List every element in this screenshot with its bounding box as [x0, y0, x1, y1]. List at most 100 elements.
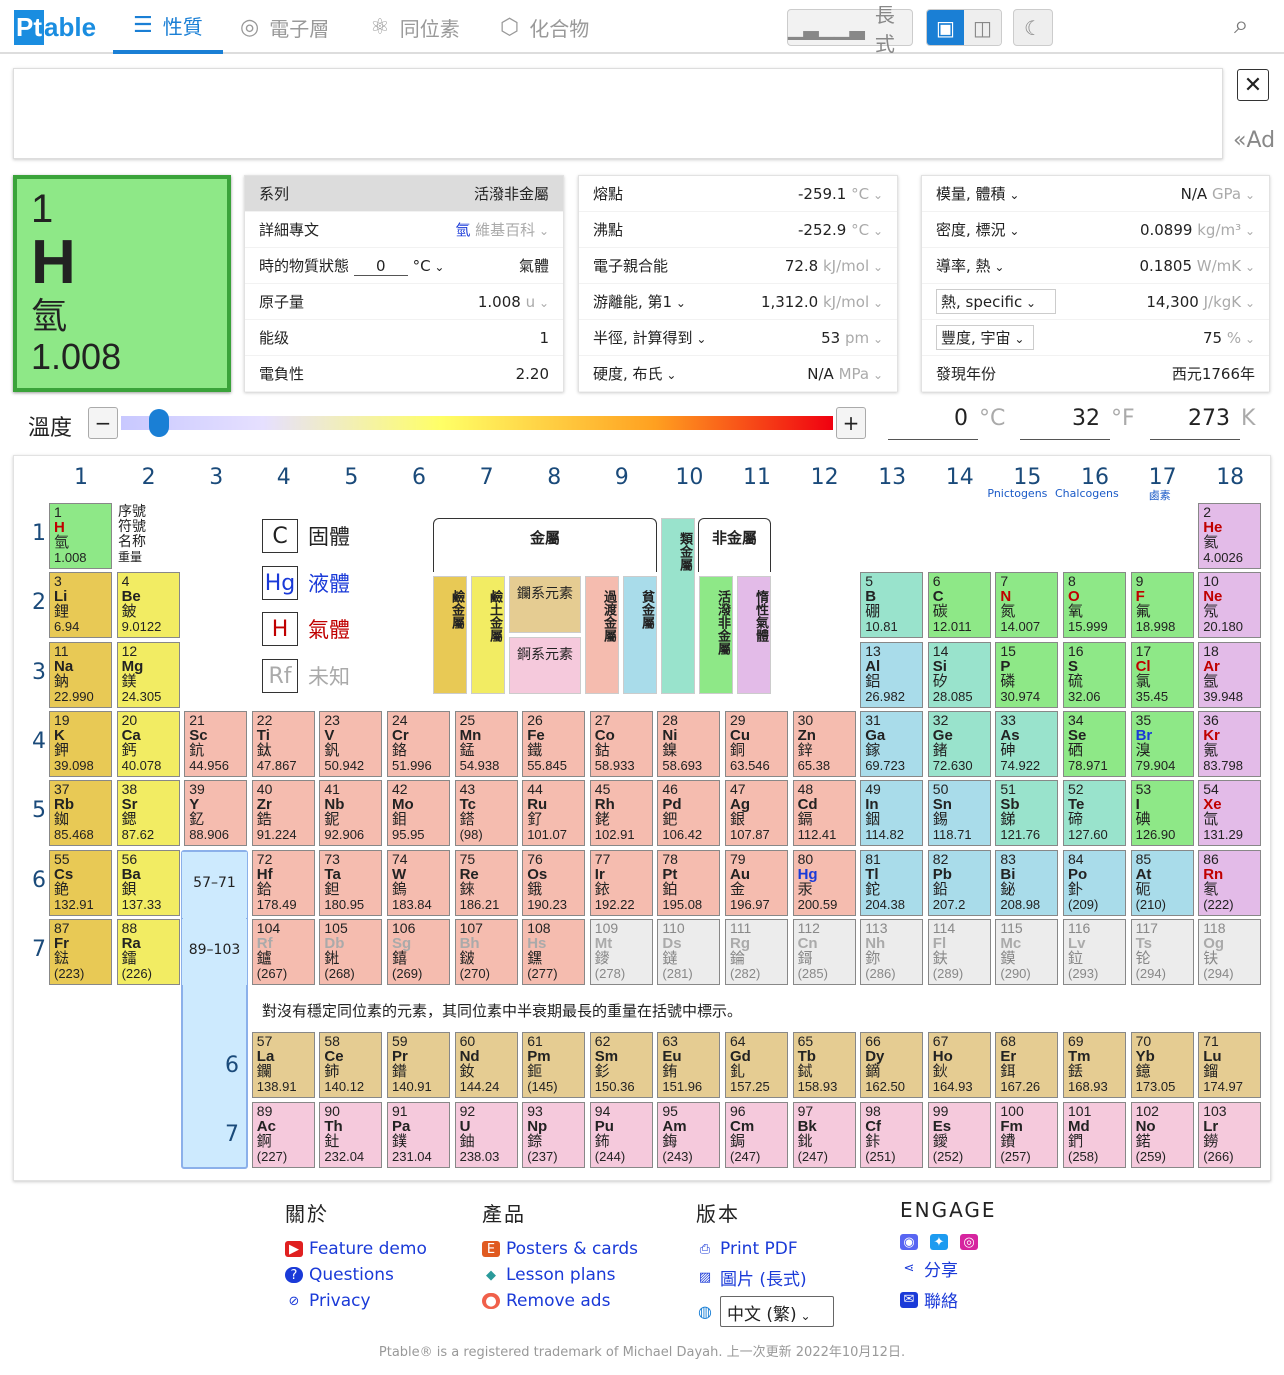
unit-select[interactable]: kJ/mol [823, 293, 883, 311]
remove-ads-link[interactable]: ● Remove ads [482, 1291, 638, 1311]
unit-select[interactable]: pm [845, 329, 883, 347]
element-cell-pd[interactable]: 46 Pd 鈀 106.42 [657, 780, 721, 847]
element-cell-mg[interactable]: 12 Mg 鎂 24.305 [116, 641, 180, 708]
element-cell-b[interactable]: 5 B 硼 10.81 [860, 572, 924, 639]
element-cell-ts[interactable]: 117 Ts 𬬭 (294) [1130, 918, 1194, 985]
element-cell-n[interactable]: 7 N 氮 14.007 [995, 572, 1059, 639]
questions-link[interactable]: ? Questions [285, 1265, 427, 1285]
element-cell-eu[interactable]: 63 Eu 銪 151.96 [657, 1032, 721, 1098]
element-cell-tc[interactable]: 43 Tc 鎝 (98) [454, 780, 518, 847]
element-cell-lv[interactable]: 116 Lv 鉝 (293) [1063, 918, 1126, 985]
element-cell-se[interactable]: 34 Se 硒 78.971 [1063, 710, 1126, 777]
dark-mode-icon[interactable]: ☾ [1013, 9, 1053, 46]
share-link[interactable]: ⋖ 分享 [900, 1256, 997, 1281]
ptable-logo[interactable]: Pt able [14, 10, 100, 45]
element-cell-bh[interactable]: 107 Bh 𨨏 (270) [454, 918, 518, 985]
element-cell-fm[interactable]: 100 Fm 鐨 (257) [995, 1101, 1059, 1168]
element-cell-cd[interactable]: 48 Cd 鎘 112.41 [792, 780, 856, 847]
element-cell-tm[interactable]: 69 Tm 銩 168.93 [1063, 1032, 1126, 1098]
element-cell-md[interactable]: 101 Md 鍆 (258) [1063, 1101, 1126, 1168]
period-header-1[interactable]: 1 [29, 521, 49, 546]
element-cell-p[interactable]: 15 P 磷 30.974 [995, 641, 1059, 708]
tab-electrons[interactable]: ◎ 電子層 [240, 0, 329, 54]
group-header-6[interactable]: 6 [386, 465, 452, 490]
element-cell-ag[interactable]: 47 Ag 銀 107.87 [725, 780, 788, 847]
element-cell-pm[interactable]: 61 Pm 鉕 (145) [522, 1032, 586, 1098]
element-cell-es[interactable]: 99 Es 鑀 (252) [927, 1101, 991, 1168]
element-cell-po[interactable]: 84 Po 釙 (209) [1063, 849, 1126, 916]
element-cell-na[interactable]: 11 Na 鈉 22.990 [49, 641, 112, 708]
element-cell-w[interactable]: 74 W 鎢 183.84 [387, 849, 450, 916]
instagram-icon[interactable]: ◎ [960, 1234, 978, 1250]
category-lanthanides[interactable]: 鑭系元素 [509, 576, 581, 633]
element-cell-mn[interactable]: 25 Mn 錳 54.938 [454, 710, 518, 777]
element-cell-nd[interactable]: 60 Nd 釹 144.24 [454, 1032, 518, 1098]
element-cell-fr[interactable]: 87 Fr 鍅 (223) [49, 918, 112, 985]
element-cell-mt[interactable]: 109 Mt 䥑 (278) [589, 918, 653, 985]
element-cell-ca[interactable]: 20 Ca 鈣 40.078 [116, 710, 180, 777]
element-cell-sc[interactable]: 21 Sc 鈧 44.956 [184, 710, 248, 777]
element-cell-fl[interactable]: 114 Fl 鈇 (289) [927, 918, 991, 985]
element-cell-cu[interactable]: 29 Cu 銅 63.546 [725, 710, 788, 777]
group-header-2[interactable]: 2 [116, 465, 182, 490]
element-cell-cs[interactable]: 55 Cs 銫 132.91 [49, 849, 112, 916]
element-cell-cf[interactable]: 98 Cf 鉲 (251) [860, 1101, 924, 1168]
sidebar-layout-icon[interactable]: ◫ [964, 10, 1001, 45]
conductivity-select[interactable]: 導率, 熱 [936, 255, 1004, 276]
group-header-10[interactable]: 10 [656, 465, 722, 490]
element-cell-bi[interactable]: 83 Bi 鉍 208.98 [995, 849, 1059, 916]
element-cell-tl[interactable]: 81 Tl 鉈 204.38 [860, 849, 924, 916]
element-cell-ra[interactable]: 88 Ra 鐳 (226) [116, 918, 180, 985]
unit-select[interactable]: °C [851, 185, 883, 203]
element-cell-ga[interactable]: 31 Ga 鎵 69.723 [860, 710, 924, 777]
element-cell-he[interactable]: 2 He 氦 4.0026 [1198, 503, 1262, 569]
element-cell-rg[interactable]: 111 Rg 錀 (282) [725, 918, 788, 985]
element-cell-lr[interactable]: 103 Lr 鐒 (266) [1198, 1101, 1262, 1168]
hardness-select[interactable]: 硬度, 布氏 [593, 363, 676, 384]
element-cell-i[interactable]: 53 I 碘 126.90 [1130, 780, 1194, 847]
element-cell-cl[interactable]: 17 Cl 氯 35.45 [1130, 641, 1194, 708]
unit-select[interactable]: °C [851, 221, 883, 239]
group-header-4[interactable]: 4 [251, 465, 317, 490]
element-cell-as[interactable]: 33 As 砷 74.922 [995, 710, 1059, 777]
element-cell-ru[interactable]: 44 Ru 釕 101.07 [522, 780, 586, 847]
mass-unit-select[interactable]: u [526, 293, 549, 311]
element-cell-in[interactable]: 49 In 銦 114.82 [860, 780, 924, 847]
element-cell-kr[interactable]: 36 Kr 氪 83.798 [1198, 710, 1262, 777]
element-cell-f[interactable]: 9 F 氟 18.998 [1130, 572, 1194, 639]
element-cell-at[interactable]: 85 At 砈 (210) [1130, 849, 1194, 916]
element-cell-dy[interactable]: 66 Dy 鏑 162.50 [860, 1032, 924, 1098]
group-header-7[interactable]: 7 [454, 465, 520, 490]
unit-select[interactable]: MPa [839, 365, 883, 383]
element-cell-al[interactable]: 13 Al 鋁 26.982 [860, 641, 924, 708]
element-cell-ir[interactable]: 77 Ir 銥 192.22 [589, 849, 653, 916]
group-header-18[interactable]: 18 [1197, 465, 1263, 490]
element-cell-hg[interactable]: 80 Hg 汞 200.59 [792, 849, 856, 916]
group-subtitle-16[interactable]: Chalcogens [1055, 487, 1119, 500]
celsius-input[interactable]: 0 [888, 406, 978, 440]
element-cell-au[interactable]: 79 Au 金 196.97 [725, 849, 788, 916]
discord-icon[interactable]: ◉ [900, 1234, 918, 1250]
image-link[interactable]: ▨ 圖片 (長式) [696, 1265, 834, 1290]
legend-unknown[interactable]: Rf 未知 [262, 659, 350, 693]
temperature-increase-button[interactable]: + [836, 407, 866, 439]
article-link[interactable]: 氫 [455, 221, 470, 239]
element-cell-og[interactable]: 118 Og 𫓧 (294) [1198, 918, 1262, 985]
group-subtitle-17[interactable]: 鹵素 [1149, 487, 1171, 503]
tab-properties[interactable]: ☰ 性質 [113, 0, 223, 54]
element-cell-zn[interactable]: 30 Zn 鋅 65.38 [792, 710, 856, 777]
element-cell-ne[interactable]: 10 Ne 氖 20.180 [1198, 572, 1262, 639]
element-cell-be[interactable]: 4 Be 鈹 9.0122 [116, 572, 180, 639]
element-cell-th[interactable]: 90 Th 釷 232.04 [319, 1101, 383, 1168]
lesson-plans-link[interactable]: ◆ Lesson plans [482, 1265, 638, 1285]
posters-link[interactable]: E Posters & cards [482, 1239, 638, 1259]
group-subtitle-15[interactable]: Pnictogens [987, 487, 1047, 500]
element-cell-hs[interactable]: 108 Hs 𨭆 (277) [522, 918, 586, 985]
group-header-11[interactable]: 11 [724, 465, 790, 490]
tab-compounds[interactable]: ⬡ 化合物 [500, 0, 589, 54]
temperature-decrease-button[interactable]: − [88, 407, 118, 439]
element-cell-sr[interactable]: 38 Sr 鍶 87.62 [116, 780, 180, 847]
element-cell-ge[interactable]: 32 Ge 鍺 72.630 [927, 710, 991, 777]
period-header-3[interactable]: 3 [29, 660, 49, 685]
period-header-6[interactable]: 6 [29, 868, 49, 893]
